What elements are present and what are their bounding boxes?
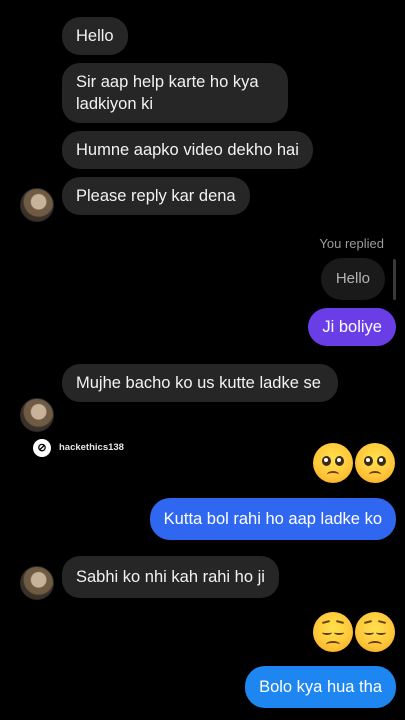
message-bubble-incoming[interactable]: Hello xyxy=(62,17,128,55)
message-bubble-outgoing[interactable]: Bolo kya hua tha xyxy=(245,666,396,708)
sender-avatar[interactable] xyxy=(20,398,54,432)
pleading-face-icon xyxy=(313,443,353,483)
sender-avatar[interactable] xyxy=(20,188,54,222)
watermark-handle: hackethics138 xyxy=(59,442,124,453)
message-bubble-incoming[interactable]: Sir aap help karte ho kya ladkiyon ki xyxy=(62,63,288,123)
message-bubble-incoming[interactable]: Humne aapko video dekho hai xyxy=(62,131,313,169)
message-bubble-outgoing[interactable]: Ji boliye xyxy=(308,308,396,346)
watermark-logo-icon: ⊘ xyxy=(33,439,51,457)
message-bubble-incoming[interactable]: Mujhe bacho ko us kutte ladke se xyxy=(62,364,338,402)
pleading-face-icon xyxy=(355,443,395,483)
pensive-face-icon xyxy=(313,612,353,652)
replied-label: You replied xyxy=(319,236,384,251)
message-bubble-incoming[interactable]: Please reply kar dena xyxy=(62,177,250,215)
message-bubble-outgoing[interactable]: Kutta bol rahi ho aap ladke ko xyxy=(149,498,396,540)
pensive-face-icon xyxy=(355,612,395,652)
reply-indicator-bar xyxy=(393,259,396,300)
replied-quote-bubble[interactable]: Hello xyxy=(320,258,385,300)
sender-avatar[interactable] xyxy=(20,566,54,600)
message-bubble-incoming[interactable]: Sabhi ko nhi kah rahi ho ji xyxy=(62,556,279,598)
